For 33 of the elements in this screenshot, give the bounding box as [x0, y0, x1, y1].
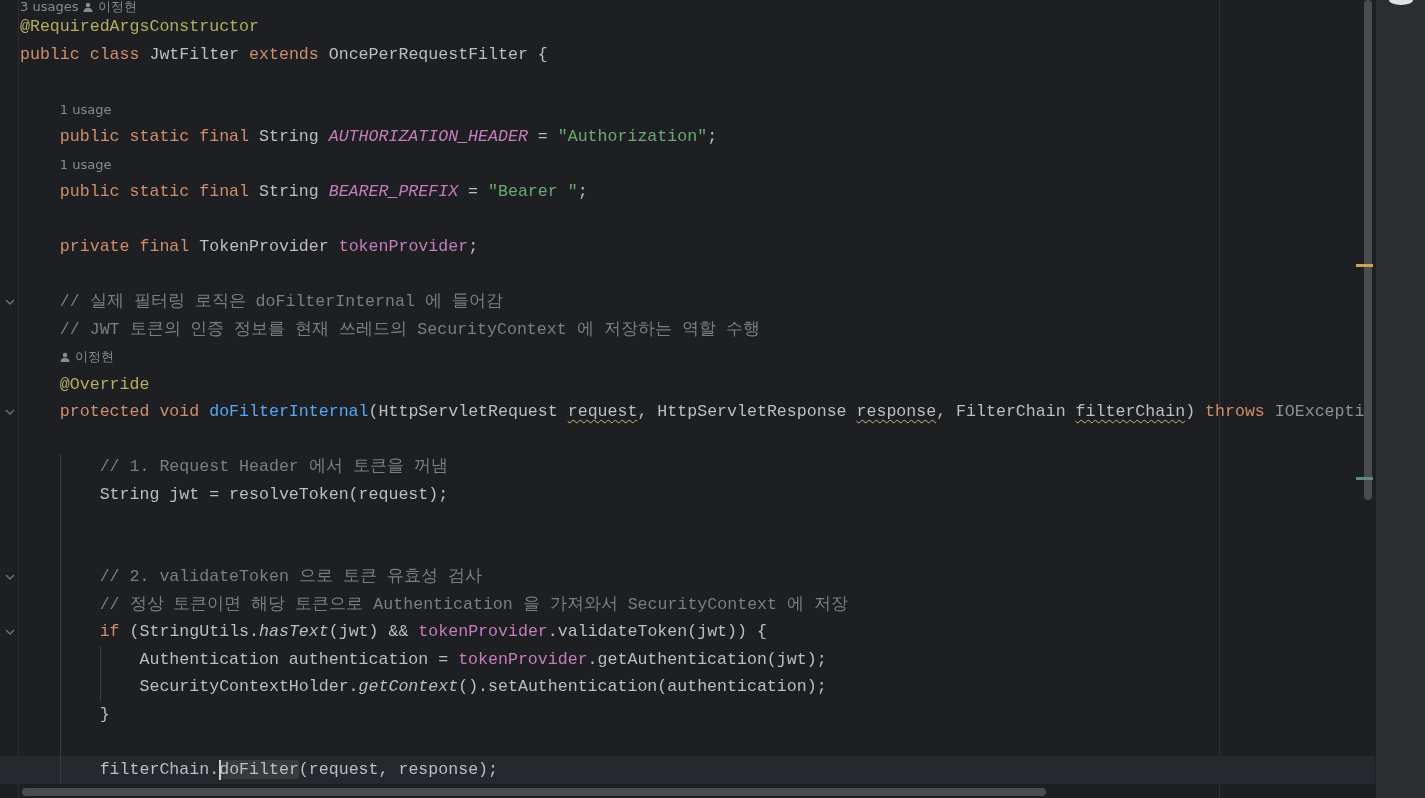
code-line: SecurityContextHolder.getContext().setAuthentication(authentication); [138, 677, 827, 698]
info-marker[interactable] [1356, 477, 1373, 480]
person-icon [83, 1, 94, 12]
code-line: if (StringUtils.hasText(jwt) && tokenProvider.validateToken(jwt)) { [98, 622, 767, 643]
code-comment: // 실제 필터링 로직은 doFilterInternal 에 들어감 [58, 292, 503, 313]
code-comment: // 2. validateToken 으로 토큰 유효성 검사 [98, 567, 482, 588]
code-line: String jwt = resolveToken(request); [98, 484, 449, 505]
code-comment: // 1. Request Header 에서 토큰을 꺼냄 [98, 457, 448, 478]
fold-chevron-icon[interactable] [5, 574, 15, 581]
code-line: public static final String BEARER_PREFIX = "Bearer "; [58, 182, 588, 203]
usages-hint[interactable]: 3 usages [20, 0, 79, 14]
warning-marker[interactable] [1356, 264, 1373, 267]
code-comment: // JWT 토큰의 인증 정보를 현재 쓰레드의 SecurityContext 에 저장하는 역할 수행 [58, 319, 760, 340]
fold-chevron-icon[interactable] [5, 299, 15, 306]
author-hint[interactable]: 이정현 [98, 0, 138, 14]
code-line: } [98, 704, 110, 725]
code-line: public class JwtFilter extends OncePerRequestFilter { [20, 44, 548, 65]
code-line: protected void doFilterInternal(HttpServletRequest request, HttpServletResponse response, FilterChain filterChain) throws IOExcepti [58, 402, 1365, 423]
code-line: @Override [58, 374, 150, 395]
usages-hint[interactable]: 1 usage [59, 157, 112, 172]
code-line: filterChain.doFilter(request, response); [98, 759, 498, 780]
code-line: private final TokenProvider tokenProvider; [58, 237, 479, 258]
fold-chevron-icon[interactable] [5, 629, 15, 636]
fold-chevron-icon[interactable] [5, 409, 15, 416]
code-comment: // 정상 토큰이면 해당 토큰으로 Authentication 을 가져와서 SecurityContext 에 저장 [98, 594, 848, 615]
scrollbar-thumb[interactable] [1364, 0, 1372, 500]
usages-hint[interactable]: 1 usage [59, 102, 112, 117]
scrollbar-thumb[interactable] [22, 788, 1046, 796]
code-line: Authentication authentication = tokenProvider.getAuthentication(jwt); [138, 649, 827, 670]
code-line: @RequiredArgsConstructor [20, 17, 259, 38]
author-hint[interactable]: 이정현 [74, 350, 114, 365]
code-line: public static final String AUTHORIZATION_HEADER = "Authorization"; [58, 127, 718, 148]
person-icon [59, 352, 70, 363]
